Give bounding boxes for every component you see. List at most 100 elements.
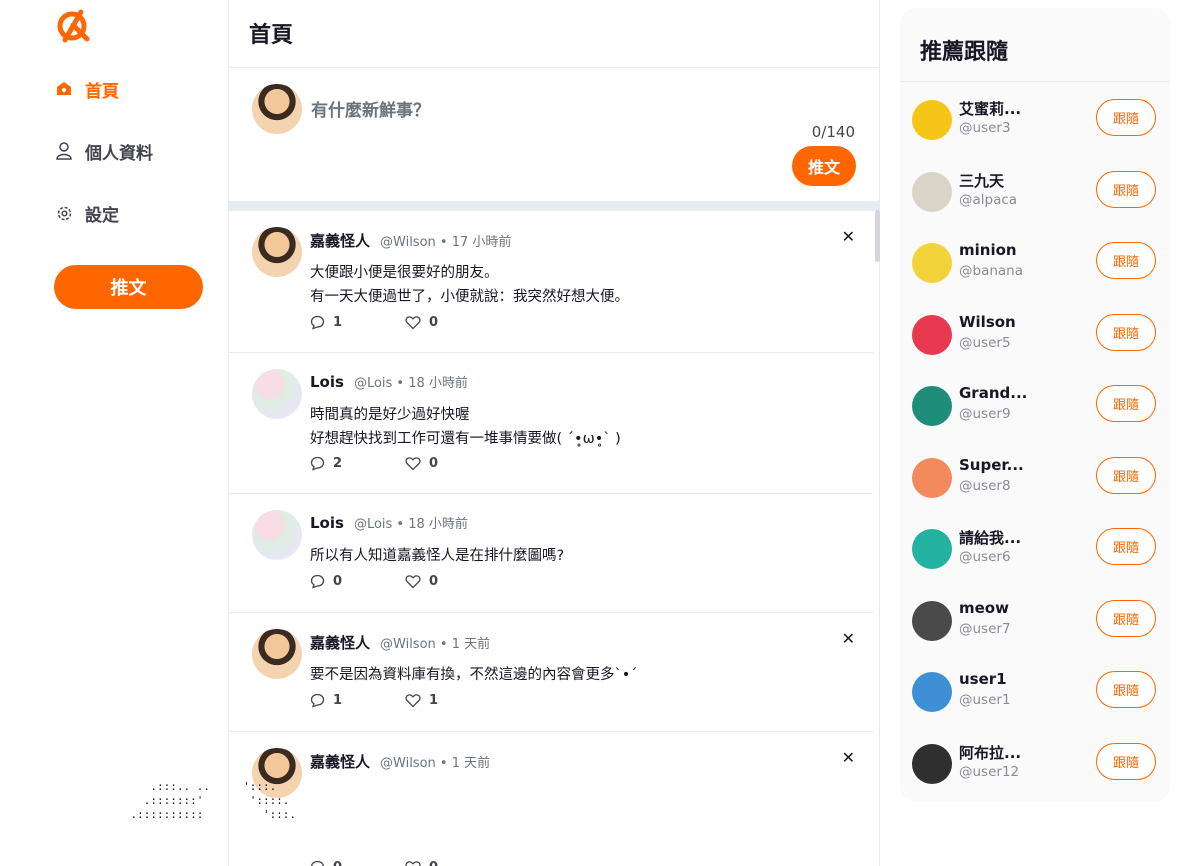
- like-button[interactable]: 0: [405, 860, 500, 866]
- recommend-user-row[interactable]: 艾蜜莉... @user3 跟隨: [912, 98, 1158, 142]
- user-name[interactable]: 阿布拉...: [959, 742, 1021, 763]
- user-handle: @banana: [959, 263, 1023, 279]
- tweet-author[interactable]: Lois: [310, 373, 344, 391]
- nav-item-profile[interactable]: 個人資料: [55, 137, 153, 165]
- tweet-text: 時間真的是好少過好快喔 好想趕快找到工作可還有一堆事情要做( ˊ•̥ω•̥ˋ ): [310, 407, 621, 447]
- recommend-user-row[interactable]: 三九天 @alpaca 跟隨: [912, 170, 1158, 214]
- reply-button[interactable]: 0: [310, 860, 405, 866]
- like-button[interactable]: 0: [405, 574, 500, 589]
- follow-button[interactable]: 跟隨: [1096, 743, 1156, 780]
- follow-button[interactable]: 跟隨: [1096, 457, 1156, 494]
- user-handle: @user9: [959, 406, 1011, 422]
- user-handle: @user8: [959, 478, 1011, 494]
- tweet-feed[interactable]: 嘉義怪人 @Wilson • 17 小時前 ✕ 大便跟小便是很要好的朋友。 有一…: [229, 211, 873, 866]
- like-count: 0: [429, 574, 439, 589]
- nav-item-home[interactable]: 首頁: [55, 75, 119, 103]
- recommend-user-row[interactable]: 阿布拉... @user12 跟隨: [912, 742, 1158, 786]
- user-name[interactable]: 三九天: [959, 170, 1004, 191]
- user-handle: @user6: [959, 549, 1011, 565]
- avatar[interactable]: [252, 84, 302, 134]
- tweet-item[interactable]: 嘉義怪人 @Wilson • 17 小時前 ✕ 大便跟小便是很要好的朋友。 有一…: [229, 211, 873, 353]
- recommend-panel: 推薦跟隨 艾蜜莉... @user3 跟隨 三九天 @alpaca 跟隨 min…: [900, 8, 1170, 802]
- reply-button[interactable]: 0: [310, 574, 405, 589]
- avatar[interactable]: [252, 510, 302, 560]
- close-icon[interactable]: ✕: [842, 229, 855, 245]
- user-handle: @user7: [959, 621, 1011, 637]
- like-button[interactable]: 0: [405, 315, 500, 330]
- tweet-author[interactable]: 嘉義怪人: [310, 751, 370, 772]
- avatar[interactable]: [912, 172, 952, 212]
- recommend-user-row[interactable]: Grand... @user9 跟隨: [912, 384, 1158, 428]
- avatar[interactable]: [252, 369, 302, 419]
- char-count: 0/140: [811, 123, 855, 141]
- follow-button[interactable]: 跟隨: [1096, 242, 1156, 279]
- follow-button[interactable]: 跟隨: [1096, 314, 1156, 351]
- tweet-item[interactable]: 嘉義怪人 @Wilson • 1 天前 ✕ 0 0: [229, 732, 873, 866]
- recommend-user-row[interactable]: meow @user7 跟隨: [912, 599, 1158, 643]
- tweet-text: 大便跟小便是很要好的朋友。 有一天大便過世了，小便就說：我突然好想大便。: [310, 265, 629, 305]
- divider: [900, 81, 1170, 82]
- user-icon: [55, 142, 73, 160]
- tweet-meta: @Wilson • 1 天前: [380, 756, 491, 771]
- reply-button[interactable]: 2: [310, 456, 405, 471]
- follow-button[interactable]: 跟隨: [1096, 171, 1156, 208]
- follow-button[interactable]: 跟隨: [1096, 385, 1156, 422]
- tweet-meta: @Wilson • 1 天前: [380, 637, 491, 652]
- scrollbar-thumb[interactable]: [875, 210, 880, 262]
- tweet-item[interactable]: Lois @Lois • 18 小時前 時間真的是好少過好快喔 好想趕快找到工作…: [229, 353, 873, 494]
- follow-button[interactable]: 跟隨: [1096, 99, 1156, 136]
- tweet-item[interactable]: 嘉義怪人 @Wilson • 1 天前 ✕ 要不是因為資料庫有換，不然這邊的內容…: [229, 613, 873, 732]
- tweet-meta: @Lois • 18 小時前: [353, 376, 468, 391]
- reply-button[interactable]: 1: [310, 693, 405, 708]
- reply-count: 1: [333, 693, 343, 708]
- user-name[interactable]: 請給我...: [959, 527, 1021, 548]
- user-name[interactable]: user1: [959, 670, 1007, 688]
- user-name[interactable]: 艾蜜莉...: [959, 98, 1021, 119]
- avatar[interactable]: [252, 629, 302, 679]
- recommend-user-row[interactable]: 請給我... @user6 跟隨: [912, 527, 1158, 571]
- tweet-author[interactable]: 嘉義怪人: [310, 230, 370, 251]
- recommend-user-row[interactable]: minion @banana 跟隨: [912, 241, 1158, 285]
- heart-icon: [405, 694, 421, 708]
- user-name[interactable]: meow: [959, 599, 1009, 617]
- compose-tweet-button[interactable]: 推文: [792, 146, 856, 186]
- avatar[interactable]: [912, 386, 952, 426]
- user-name[interactable]: minion: [959, 241, 1017, 259]
- follow-button[interactable]: 跟隨: [1096, 528, 1156, 565]
- tweet-item[interactable]: Lois @Lois • 18 小時前 所以有人知道嘉義怪人是在排什麼圖嗎? 0…: [229, 494, 873, 613]
- home-icon: [55, 80, 73, 98]
- user-name[interactable]: Super...: [959, 456, 1024, 474]
- tweet-author[interactable]: Lois: [310, 514, 344, 532]
- avatar[interactable]: [252, 227, 302, 277]
- like-button[interactable]: 0: [405, 456, 500, 471]
- recommend-user-row[interactable]: Wilson @user5 跟隨: [912, 313, 1158, 357]
- compose-input[interactable]: 有什麼新鮮事？: [311, 96, 430, 121]
- avatar[interactable]: [912, 458, 952, 498]
- recommend-user-row[interactable]: Super... @user8 跟隨: [912, 456, 1158, 500]
- avatar[interactable]: [912, 100, 952, 140]
- avatar[interactable]: [912, 601, 952, 641]
- avatar[interactable]: [912, 529, 952, 569]
- nav-item-settings[interactable]: 設定: [55, 199, 119, 227]
- comment-icon: [310, 315, 325, 330]
- user-name[interactable]: Grand...: [959, 384, 1027, 402]
- avatar[interactable]: [912, 744, 952, 784]
- close-icon[interactable]: ✕: [842, 750, 855, 766]
- left-nav: 首頁 個人資料 設定 推文: [0, 0, 228, 866]
- reply-count: 1: [333, 315, 343, 330]
- avatar[interactable]: [912, 243, 952, 283]
- tweet-author[interactable]: 嘉義怪人: [310, 632, 370, 653]
- close-icon[interactable]: ✕: [842, 631, 855, 647]
- follow-button[interactable]: 跟隨: [1096, 671, 1156, 708]
- like-count: 0: [429, 315, 439, 330]
- ascii-art: .:::.. .. ':::. .:::::::' '::::. .::::::…: [130, 780, 297, 821]
- logo-icon[interactable]: [55, 7, 91, 43]
- avatar[interactable]: [912, 315, 952, 355]
- tweet-button[interactable]: 推文: [54, 265, 203, 309]
- like-button[interactable]: 1: [405, 693, 500, 708]
- reply-button[interactable]: 1: [310, 315, 405, 330]
- follow-button[interactable]: 跟隨: [1096, 600, 1156, 637]
- avatar[interactable]: [912, 672, 952, 712]
- recommend-user-row[interactable]: user1 @user1 跟隨: [912, 670, 1158, 714]
- user-name[interactable]: Wilson: [959, 313, 1016, 331]
